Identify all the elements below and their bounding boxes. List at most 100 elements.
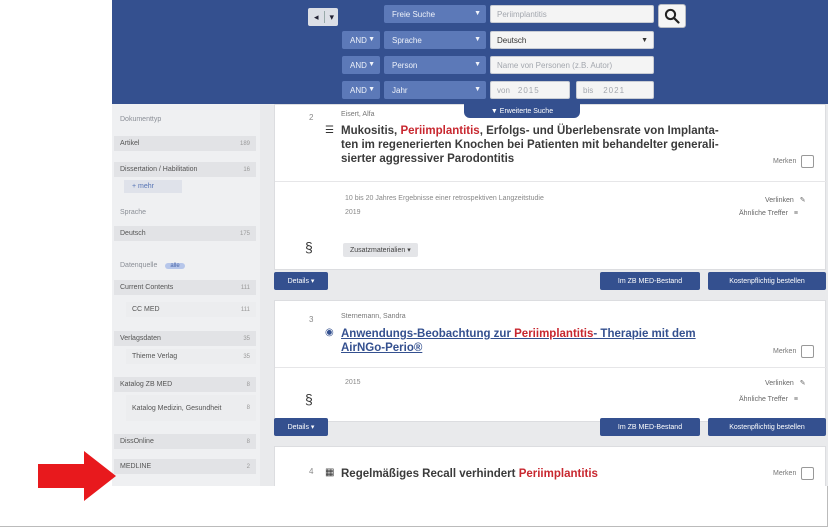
open-access-icon: §: [305, 391, 313, 407]
result-card: 2 Eisert, Alfa ☰ Mukositis, Periimplanti…: [274, 104, 827, 270]
filter-artikel[interactable]: Artikel 189: [114, 136, 256, 151]
chevron-down-icon: ▼: [368, 36, 375, 43]
doctype-heading: Dokumenttyp: [120, 116, 162, 123]
result-author[interactable]: Sternemann, Sandra: [341, 313, 406, 320]
filter-count: 8: [246, 438, 250, 445]
filter-count: 8: [246, 404, 250, 411]
holdings-button[interactable]: Im ZB MED-Bestand: [600, 418, 700, 436]
order-button[interactable]: Kostenpflichtig bestellen: [708, 272, 826, 290]
filter-cc-med[interactable]: CC MED 111: [126, 302, 256, 317]
bookmark-label: Merken: [773, 470, 797, 477]
link-action[interactable]: Verlinken ✎: [765, 196, 806, 205]
order-button[interactable]: Kostenpflichtig bestellen: [708, 418, 826, 436]
result-title[interactable]: Anwendungs-Beobachtung zur Periimplantit…: [341, 327, 761, 355]
filter-verlagsdaten[interactable]: Verlagsdaten 35: [114, 331, 256, 346]
chevron-down-icon: ▼: [368, 61, 375, 68]
search-button[interactable]: [658, 4, 686, 28]
field-select-2[interactable]: Sprache ▼: [384, 31, 486, 49]
bookmark-checkbox[interactable]: [801, 467, 815, 480]
result-card: 4 ▦ Regelmäßiges Recall verhindert Perii…: [274, 446, 826, 486]
bookmark-checkbox[interactable]: [801, 345, 815, 358]
chevron-down-icon: ▼: [474, 86, 481, 93]
year-to-label: bis: [583, 85, 594, 95]
filter-label: Current Contents: [120, 284, 174, 291]
language-select-value: Deutsch: [497, 35, 527, 45]
filter-sidebar: Dokumenttyp Artikel 189 Dissertation / H…: [112, 104, 260, 486]
filter-katalog-medizin[interactable]: Katalog Medizin, Gesundheit 8: [126, 395, 256, 421]
bookmark-control[interactable]: Merken: [773, 467, 815, 480]
filter-count: 2: [246, 463, 250, 470]
title-text: Mukositis,: [341, 125, 401, 137]
divider: [275, 181, 827, 182]
details-button[interactable]: Details ▾: [274, 418, 328, 436]
year-from-value: 2015: [517, 85, 540, 95]
chevron-down-icon: ▼: [641, 37, 648, 44]
operator-3-value: AND: [350, 60, 367, 70]
book-icon: ▦: [325, 467, 335, 478]
history-dropdown-icon[interactable]: ▾: [330, 12, 335, 23]
operator-select-4[interactable]: AND ▼: [342, 81, 380, 99]
result-title[interactable]: Regelmäßiges Recall verhindert Periimpla…: [341, 467, 761, 481]
operator-select-3[interactable]: AND ▼: [342, 56, 380, 74]
back-nav-button[interactable]: ◂ ▾: [308, 8, 338, 26]
operator-select-2[interactable]: AND ▼: [342, 31, 380, 49]
filter-label: DissOnline: [120, 438, 154, 445]
field-select-4[interactable]: Jahr ▼: [384, 81, 486, 99]
filter-thieme[interactable]: Thieme Verlag 35: [126, 349, 256, 364]
article-icon: ☰: [325, 125, 334, 136]
nav-separator: [323, 11, 325, 23]
title-text: - Therapie mit dem: [593, 328, 696, 340]
operator-4-value: AND: [350, 85, 367, 95]
title-highlight: Periimplantitis: [514, 328, 594, 340]
result-title[interactable]: Mukositis, Periimplantitis, Erfolgs- und…: [341, 124, 761, 166]
open-access-icon: §: [305, 239, 313, 255]
filter-count: 16: [243, 166, 250, 173]
chevron-down-icon: ▼: [368, 86, 375, 93]
divider: [275, 367, 827, 368]
advanced-search-toggle[interactable]: ▼ Erweiterte Suche: [464, 104, 580, 118]
year-from-input[interactable]: von 2015: [490, 81, 570, 99]
filter-current-contents[interactable]: Current Contents 111: [114, 280, 256, 295]
year-to-value: 2021: [603, 85, 626, 95]
filter-deutsch[interactable]: Deutsch 175: [114, 226, 256, 241]
link-icon: ✎: [799, 380, 806, 387]
list-icon: ≡: [793, 210, 798, 217]
bookmark-checkbox[interactable]: [801, 155, 815, 168]
bookmark-control[interactable]: Merken: [773, 345, 815, 358]
link-icon: ✎: [799, 197, 806, 204]
holdings-button[interactable]: Im ZB MED-Bestand: [600, 272, 700, 290]
result-number: 4: [309, 467, 314, 476]
show-more-button[interactable]: + mehr: [124, 180, 182, 193]
search-header: ◂ ▾ Freie Suche ▼ Periimplantitis AND ▼ …: [112, 0, 828, 104]
link-action[interactable]: Verlinken ✎: [765, 379, 806, 388]
datasource-heading: Datenquelle alle: [120, 262, 185, 269]
details-button[interactable]: Details ▾: [274, 272, 328, 290]
datasource-badge[interactable]: alle: [165, 263, 185, 269]
field-select-3[interactable]: Person ▼: [384, 56, 486, 74]
similar-label: Ähnliche Treffer: [739, 210, 788, 217]
bookmark-control[interactable]: Merken: [773, 155, 815, 168]
search-term-input[interactable]: Periimplantitis: [490, 5, 654, 23]
annotation-arrow-icon: [38, 451, 116, 501]
filter-label: Katalog Medizin, Gesundheit: [132, 404, 222, 412]
person-input[interactable]: Name von Personen (z.B. Autor): [490, 56, 654, 74]
year-to-input[interactable]: bis 2021: [576, 81, 654, 99]
result-author[interactable]: Eisert, Alfa: [341, 111, 374, 118]
filter-medline[interactable]: MEDLINE 2: [114, 459, 256, 474]
filter-count: 175: [239, 230, 250, 237]
link-label: Verlinken: [765, 379, 794, 387]
language-heading: Sprache: [120, 209, 147, 216]
similar-action[interactable]: Ähnliche Treffer ≡: [739, 396, 798, 403]
supplementary-dropdown[interactable]: Zusatzmaterialien ▾: [343, 243, 418, 257]
field-select-1[interactable]: Freie Suche ▼: [384, 5, 486, 23]
back-arrow-icon: ◂: [314, 11, 319, 22]
result-title-link[interactable]: Anwendungs-Beobachtung zur Periimplantit…: [341, 328, 696, 354]
datasource-heading-text: Datenquelle: [120, 262, 158, 269]
filter-dissertation[interactable]: Dissertation / Habilitation 16: [114, 162, 256, 177]
chevron-down-icon: ▼: [474, 10, 481, 17]
language-select[interactable]: Deutsch ▼: [490, 31, 654, 49]
filter-katalog-zbmed[interactable]: Katalog ZB MED 8: [114, 377, 256, 392]
similar-action[interactable]: Ähnliche Treffer ≡: [739, 210, 798, 217]
filter-dissonline[interactable]: DissOnline 8: [114, 434, 256, 449]
title-highlight: Periimplantitis: [400, 125, 480, 137]
